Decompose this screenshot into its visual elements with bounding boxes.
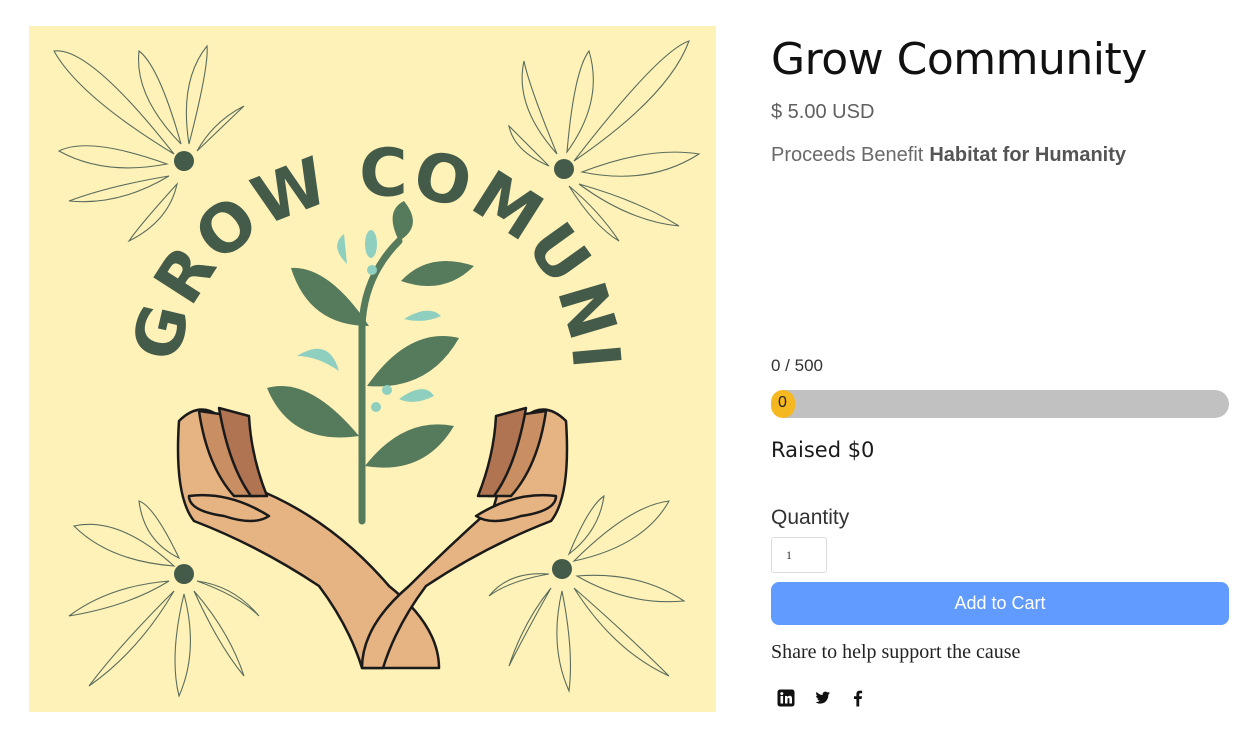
fundraising-progress-label: 0 (778, 394, 787, 411)
fundraising-goal-count: 0 / 500 (771, 356, 823, 375)
benefit-prefix: Proceeds Benefit (771, 144, 924, 166)
facebook-icon (854, 690, 863, 707)
benefit-organization: Habitat for Humanity (929, 144, 1127, 166)
linkedin-share-link[interactable] (777, 689, 795, 707)
twitter-share-link[interactable] (813, 689, 831, 707)
product-info-panel: Grow Community $ 5.00 USD Proceeds Benef… (771, 0, 1229, 741)
grow-community-artwork: GROW COMUNITY (29, 26, 716, 712)
facebook-share-link[interactable] (849, 689, 867, 707)
quantity-input[interactable] (771, 537, 827, 573)
amount-raised: Raised $0 (771, 438, 875, 462)
twitter-icon (815, 691, 830, 704)
add-to-cart-button[interactable]: Add to Cart (771, 582, 1229, 625)
product-title: Grow Community (771, 34, 1147, 85)
proceeds-benefit: Proceeds Benefit Habitat for Humanity (771, 144, 1126, 167)
product-price: $ 5.00 USD (771, 101, 875, 123)
share-links (777, 687, 867, 709)
product-image: GROW COMUNITY (29, 26, 716, 712)
fundraising-progress-bar: 0 (771, 390, 1229, 418)
quantity-label: Quantity (771, 506, 850, 529)
linkedin-icon (777, 689, 795, 707)
share-prompt: Share to help support the cause (771, 641, 1021, 663)
